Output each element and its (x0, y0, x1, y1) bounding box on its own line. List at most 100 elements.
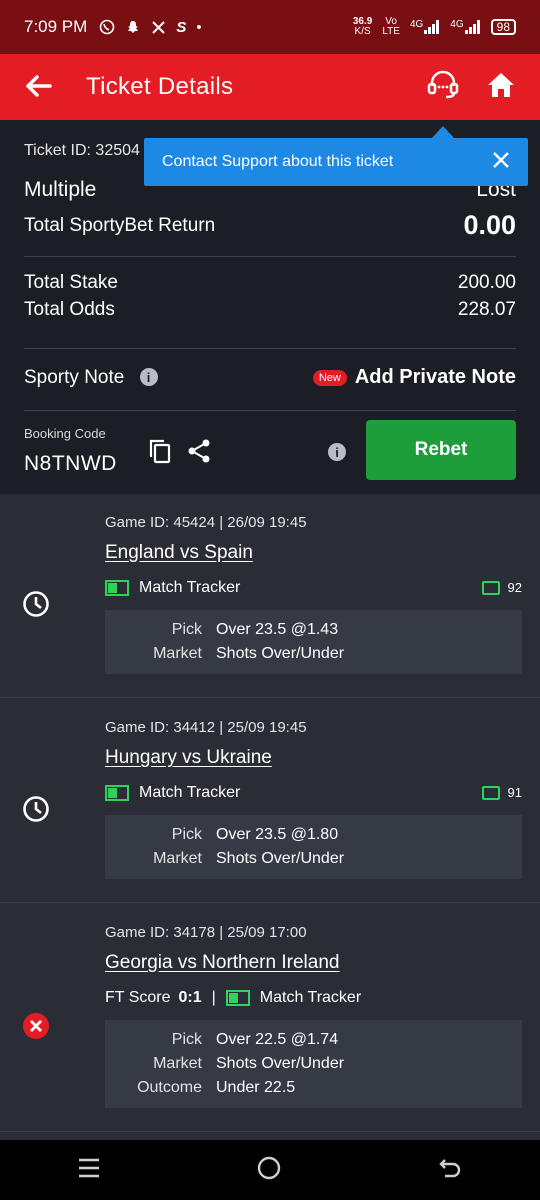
divider (24, 348, 516, 349)
game-card[interactable]: Game ID: 34178 | 25/09 17:00 Georgia vs … (0, 904, 540, 1132)
new-badge: New (312, 369, 347, 386)
match-tracker-label: Match Tracker (139, 579, 241, 596)
bet-details: Pick Over 23.5 @1.43 Market Shots Over/Und… (105, 610, 522, 674)
pick-value: Over 23.5 @1.80 (216, 826, 339, 843)
pick-value: Over 23.5 @1.43 (216, 621, 339, 638)
game-card[interactable]: Game ID: 45424 | 26/09 19:45 England vs … (0, 494, 540, 698)
comment-icon (481, 580, 500, 595)
pick-value: Over 22.5 @1.74 (216, 1031, 339, 1048)
tooltip-text: Contact Support about this ticket (162, 153, 394, 170)
return-row: Total SportyBet Return 0.00 (24, 210, 516, 241)
x-icon (152, 20, 166, 34)
home-icon[interactable] (486, 71, 516, 104)
back-arrow-icon[interactable] (24, 69, 64, 106)
game-card[interactable]: Game ID: 34412 | 25/09 19:45 Hungary vs … (0, 699, 540, 903)
match-tracker-label: Match Tracker (139, 784, 241, 801)
notification-icons: S • (99, 18, 202, 36)
outcome-label: Outcome (137, 1079, 202, 1096)
more-notifications-dot: • (196, 18, 202, 36)
system-indicators: 36.9 K/S Vo LTE 4G 4G 98 (353, 17, 516, 37)
divider (24, 256, 516, 257)
comment-count: 91 (507, 785, 522, 800)
odds-row: Total Odds 228.07 (24, 299, 516, 321)
booking-info-icon[interactable]: i (328, 443, 346, 461)
sporty-note-label: Sporty Note (24, 366, 125, 388)
add-private-note-label: Add Private Note (354, 366, 516, 388)
status-time: 7:09 PM (24, 17, 88, 36)
ticket-id: Ticket ID: 32504 (24, 142, 140, 159)
rebet-button[interactable]: Rebet (366, 420, 516, 480)
market-label: Market (153, 1055, 202, 1072)
separator: | (211, 989, 216, 1006)
bet-details: Pick Over 23.5 @1.80 Market Shots Over/Und… (105, 815, 522, 879)
snapchat-icon (128, 21, 139, 33)
clock-icon (22, 795, 50, 823)
comments-button[interactable]: 91 (481, 785, 522, 800)
game-id: Game ID: 34412 | 25/09 19:45 (105, 719, 307, 736)
match-tracker[interactable]: Match Tracker (105, 579, 240, 597)
stake-label: Total Stake (24, 272, 118, 293)
match-tracker-icon (225, 990, 250, 1006)
app-bar: Ticket Details (0, 54, 540, 120)
score-and-tracker: FT Score 0:1 | Match Tracker (105, 989, 361, 1007)
battery-icon: 98 (490, 19, 516, 35)
ft-score: FT Score 0:1 (105, 989, 202, 1007)
bet-type: Multiple (24, 178, 97, 201)
ft-score-value: 0:1 (178, 989, 202, 1006)
stake-value: 200.00 (457, 272, 516, 293)
support-headset-icon[interactable] (426, 70, 460, 105)
recents-icon[interactable] (77, 1157, 101, 1184)
comment-icon (481, 785, 500, 800)
info-icon[interactable]: i (139, 368, 158, 387)
add-private-note-button[interactable]: New Add Private Note (312, 366, 516, 389)
match-tracker[interactable]: Match Tracker (105, 784, 240, 802)
odds-label: Total Odds (24, 299, 115, 320)
stake-row: Total Stake 200.00 (24, 272, 516, 294)
booking-code-label: Booking Code (24, 426, 106, 441)
match-tracker-icon (105, 785, 129, 801)
match-tracker-label: Match Tracker (259, 989, 362, 1006)
share-icon[interactable] (186, 438, 212, 469)
return-label: Total SportyBet Return (24, 214, 216, 236)
market-value: Shots Over/Under (216, 645, 345, 662)
note-row: Sporty Note i New Add Private Note (24, 366, 516, 389)
match-teams-link[interactable]: Georgia vs Northern Ireland (105, 952, 339, 974)
pick-label: Pick (171, 826, 202, 843)
game-id: Game ID: 34178 | 25/09 17:00 (105, 924, 307, 941)
sporty-s-icon: S (176, 18, 187, 36)
status-bar: 7:09 PM S • 36.9 K/S Vo LTE 4G 4G 98 (0, 0, 540, 54)
match-teams-link[interactable]: Hungary vs Ukraine (105, 747, 272, 769)
ft-score-label: FT Score (105, 989, 171, 1006)
divider (24, 410, 516, 411)
page-title: Ticket Details (86, 73, 234, 100)
match-teams-link[interactable]: England vs Spain (105, 542, 253, 564)
market-label: Market (153, 850, 202, 867)
pick-label: Pick (171, 1031, 202, 1048)
booking-code: N8TNWD (24, 452, 117, 475)
comment-count: 92 (507, 580, 522, 595)
support-tooltip[interactable]: Contact Support about this ticket (144, 126, 528, 186)
copy-icon[interactable] (148, 438, 172, 469)
system-nav-bar (0, 1140, 540, 1200)
game-id: Game ID: 45424 | 26/09 19:45 (105, 514, 307, 531)
match-tracker[interactable]: Match Tracker (225, 989, 362, 1007)
comments-button[interactable]: 92 (481, 580, 522, 595)
outcome-value: Under 22.5 (216, 1079, 296, 1096)
market-value: Shots Over/Under (216, 850, 345, 867)
match-tracker-icon (105, 580, 129, 596)
back-nav-icon[interactable] (437, 1156, 463, 1185)
market-label: Market (153, 645, 202, 662)
close-icon[interactable] (492, 149, 510, 175)
signal-2-icon: 4G (450, 20, 480, 34)
lost-x-icon (22, 1012, 50, 1040)
odds-value: 228.07 (457, 299, 516, 320)
bet-details: Pick Over 22.5 @1.74 Market Shots Over/Und… (105, 1020, 522, 1108)
volte-indicator: Vo LTE (382, 16, 400, 37)
clock-icon (22, 590, 50, 618)
signal-1-icon: 4G (410, 20, 440, 34)
return-value: 0.00 (463, 210, 516, 240)
network-speed: 36.9 K/S (352, 16, 373, 37)
home-nav-icon[interactable] (256, 1155, 282, 1186)
pick-label: Pick (171, 621, 202, 638)
market-value: Shots Over/Under (216, 1055, 345, 1072)
